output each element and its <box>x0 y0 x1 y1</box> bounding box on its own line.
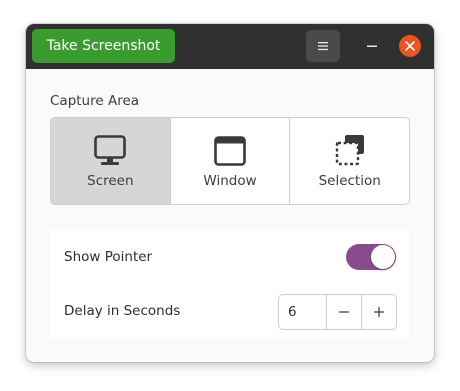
toggle-knob <box>371 245 395 269</box>
monitor-icon <box>94 135 127 165</box>
delay-value-field[interactable]: 6 <box>279 295 326 329</box>
window-icon <box>214 136 246 166</box>
close-icon <box>405 41 415 51</box>
show-pointer-label: Show Pointer <box>64 249 153 265</box>
capture-option-label: Screen <box>87 173 134 189</box>
minus-icon <box>339 311 349 313</box>
capture-area-selector: Screen Window Selection <box>50 117 410 205</box>
delay-spinner: 6 <box>278 294 397 330</box>
capture-option-label: Selection <box>318 173 381 189</box>
delay-row: Delay in Seconds 6 <box>50 284 409 338</box>
show-pointer-toggle[interactable] <box>346 244 396 270</box>
close-button[interactable] <box>399 35 421 57</box>
capture-option-window[interactable]: Window <box>169 118 290 204</box>
main-menu-button[interactable] <box>306 30 340 62</box>
decrement-button[interactable] <box>326 295 362 329</box>
delay-label: Delay in Seconds <box>64 303 181 319</box>
capture-option-screen[interactable]: Screen <box>51 118 170 204</box>
minimize-button[interactable] <box>360 34 384 58</box>
increment-button[interactable] <box>361 295 396 329</box>
take-screenshot-button[interactable]: Take Screenshot <box>32 29 175 63</box>
plus-icon <box>374 307 384 317</box>
selection-icon <box>335 135 364 166</box>
capture-option-label: Window <box>203 173 257 189</box>
capture-option-selection[interactable]: Selection <box>289 118 409 204</box>
minimize-icon <box>367 45 377 47</box>
settings-list: Show Pointer Delay in Seconds 6 <box>50 230 409 338</box>
header-bar: Take Screenshot <box>26 24 434 69</box>
show-pointer-row: Show Pointer <box>50 230 409 284</box>
hamburger-menu-icon <box>318 42 328 51</box>
screenshot-window: Take Screenshot Capture Area Screen Wind… <box>26 24 434 362</box>
capture-area-label: Capture Area <box>50 93 140 109</box>
